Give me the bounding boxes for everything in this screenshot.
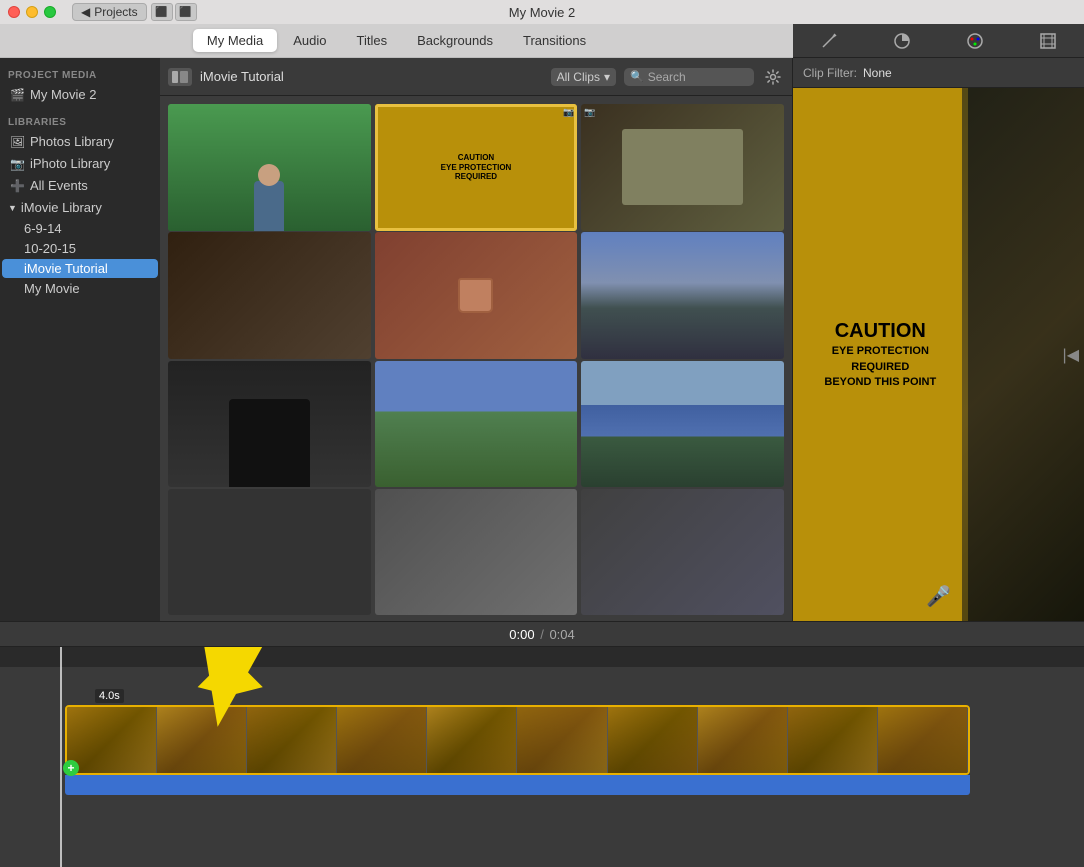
magic-wand-button[interactable]	[815, 27, 843, 55]
timeline-clip-area: 4.0s	[65, 705, 970, 775]
media-thumb-11[interactable]	[375, 489, 578, 616]
imovie-library-group[interactable]: ▼ iMovie Library	[0, 197, 160, 218]
media-thumb-4[interactable]	[168, 232, 371, 359]
film-icon: 🎬	[10, 88, 24, 102]
media-browser-title: iMovie Tutorial	[200, 69, 543, 84]
search-input[interactable]	[648, 70, 738, 84]
palette-button[interactable]	[961, 27, 989, 55]
app-wrapper: ◀ Projects ⬛ ⬛ My Movie 2 My Media Audio…	[0, 0, 1084, 867]
sidebar-item-photos-library[interactable]: 🖼 Photos Library	[2, 131, 158, 152]
media-thumb-2[interactable]: CAUTIONEYE PROTECTIONREQUIRED 📷	[375, 104, 578, 231]
sidebar-item-imovie-tutorial[interactable]: iMovie Tutorial	[2, 259, 158, 278]
sidebar-item-my-movie[interactable]: My Movie	[2, 279, 158, 298]
nav-forward-icon: ⬛	[179, 7, 191, 18]
media-thumb-5[interactable]	[375, 232, 578, 359]
panel-toggle-button[interactable]	[168, 68, 192, 86]
clip-filter-label: Clip Filter:	[803, 66, 857, 80]
back-chevron-icon: ◀	[81, 5, 90, 19]
timecode-display: 0:00 / 0:04	[509, 627, 575, 642]
timecode-bar: 0:00 / 0:04	[0, 621, 1084, 647]
preview-toolbar	[793, 24, 1084, 58]
close-button[interactable]	[8, 6, 20, 18]
nav-back-icon: ⬛	[155, 7, 167, 18]
media-grid: CAUTIONEYE PROTECTIONREQUIRED 📷 📷	[160, 96, 792, 621]
clip-filter-dropdown[interactable]: All Clips ▾	[551, 68, 616, 86]
settings-button[interactable]	[762, 66, 784, 88]
sidebar-item-10-20-15[interactable]: 10-20-15	[2, 239, 158, 258]
playhead	[60, 647, 62, 867]
media-thumb-10[interactable]	[168, 489, 371, 616]
media-thumb-9[interactable]	[581, 361, 784, 488]
tab-transitions[interactable]: Transitions	[509, 29, 600, 52]
clip-frame-7	[608, 707, 698, 773]
sidebar-item-my-movie[interactable]: 🎬 My Movie 2	[2, 84, 158, 105]
timeline: 4.0s +	[0, 647, 1084, 867]
tab-my-media[interactable]: My Media	[193, 29, 277, 52]
minimize-button[interactable]	[26, 6, 38, 18]
plus-icon: ➕	[10, 179, 24, 193]
projects-button[interactable]: ◀ Projects	[72, 3, 147, 21]
clip-filter-value: None	[863, 66, 892, 80]
crop-button[interactable]	[1034, 27, 1062, 55]
media-thumb-6[interactable]	[581, 232, 784, 359]
search-box: 🔍	[624, 68, 754, 86]
tab-backgrounds[interactable]: Backgrounds	[403, 29, 507, 52]
maximize-button[interactable]	[44, 6, 56, 18]
sidebar-item-all-events[interactable]: ➕ All Events	[2, 175, 158, 196]
media-browser: iMovie Tutorial All Clips ▾ 🔍	[160, 58, 793, 621]
media-browser-header: iMovie Tutorial All Clips ▾ 🔍	[160, 58, 792, 96]
right-panel: Clip Filter: None CAUTION EYE PROTECTION…	[793, 58, 1084, 621]
timeline-ruler	[0, 647, 1084, 667]
audio-bar	[65, 775, 970, 795]
window-title: My Movie 2	[509, 5, 575, 20]
nav-buttons: ◀ Projects ⬛ ⬛	[72, 3, 197, 21]
clip-frame-4	[337, 707, 427, 773]
nav-forward-button[interactable]: ⬛	[175, 3, 197, 21]
left-panel: PROJECT MEDIA 🎬 My Movie 2 LIBRARIES 🖼 P…	[0, 58, 793, 621]
projects-label: Projects	[94, 5, 137, 19]
media-thumb-8[interactable]	[375, 361, 578, 488]
nav-back-button[interactable]: ⬛	[151, 3, 173, 21]
tab-titles[interactable]: Titles	[343, 29, 402, 52]
dropdown-arrow-icon: ▾	[604, 70, 610, 84]
title-bar: ◀ Projects ⬛ ⬛ My Movie 2	[0, 0, 1084, 24]
libraries-label: LIBRARIES	[0, 113, 160, 130]
clip-filter-bar: Clip Filter: None	[793, 58, 1084, 88]
toolbar: My Media Audio Titles Backgrounds Transi…	[0, 24, 793, 58]
left-panel-content: PROJECT MEDIA 🎬 My Movie 2 LIBRARIES 🖼 P…	[0, 58, 793, 621]
photos-icon: 🖼	[10, 135, 24, 149]
clip-frame-10	[878, 707, 968, 773]
iphoto-icon: 📷	[10, 157, 24, 171]
clip-frame-8	[698, 707, 788, 773]
add-to-timeline-icon[interactable]: +	[63, 760, 79, 776]
media-thumb-3[interactable]: 📷	[581, 104, 784, 231]
clip-frame-9	[788, 707, 878, 773]
clip-frame-1	[67, 707, 157, 773]
tab-audio[interactable]: Audio	[279, 29, 340, 52]
project-media-label: PROJECT MEDIA	[0, 66, 160, 83]
media-thumb-12[interactable]	[581, 489, 784, 616]
color-button[interactable]	[888, 27, 916, 55]
microphone-icon: 🎤	[926, 584, 951, 609]
middle-section: PROJECT MEDIA 🎬 My Movie 2 LIBRARIES 🖼 P…	[0, 58, 1084, 621]
right-edge-control[interactable]: |◀	[1063, 345, 1079, 365]
media-thumb-1[interactable]	[168, 104, 371, 231]
clip-frame-3	[247, 707, 337, 773]
clip-frame-6	[517, 707, 607, 773]
clip-frame-5	[427, 707, 517, 773]
sidebar-item-iphoto-library[interactable]: 📷 iPhoto Library	[2, 153, 158, 174]
search-icon: 🔍	[630, 70, 644, 83]
sidebar: PROJECT MEDIA 🎬 My Movie 2 LIBRARIES 🖼 P…	[0, 58, 160, 621]
toolbar-row: My Media Audio Titles Backgrounds Transi…	[0, 24, 1084, 58]
preview-video: CAUTION EYE PROTECTIONREQUIREDBEYOND THI…	[793, 88, 1084, 621]
clip-frame-2	[157, 707, 247, 773]
triangle-down-icon: ▼	[8, 203, 17, 213]
timeline-clip[interactable]	[65, 705, 970, 775]
traffic-lights	[8, 6, 56, 18]
media-thumb-7[interactable]	[168, 361, 371, 488]
clip-duration-label: 4.0s	[95, 689, 124, 703]
nav-arrows: ⬛ ⬛	[151, 3, 197, 21]
sidebar-item-6-9-14[interactable]: 6-9-14	[2, 219, 158, 238]
